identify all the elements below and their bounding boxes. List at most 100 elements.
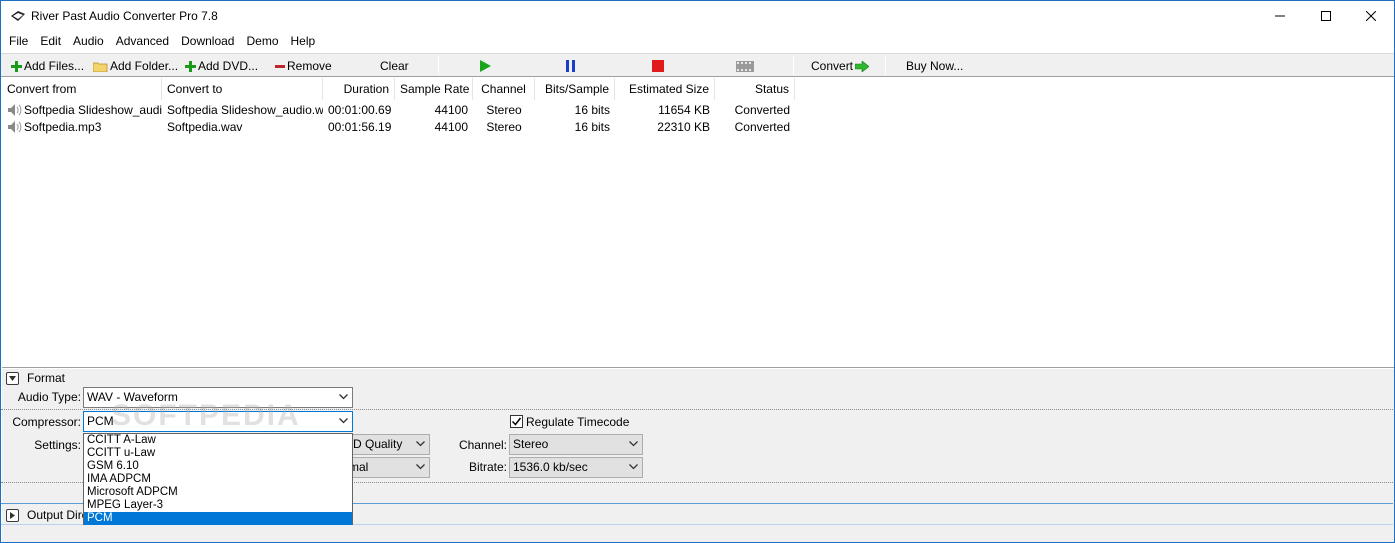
folder-icon xyxy=(93,62,108,72)
chevron-down-icon xyxy=(416,464,425,470)
bitrate-label: Bitrate: xyxy=(468,460,507,474)
column-header-estimated-size[interactable]: Estimated Size xyxy=(615,78,715,100)
minimize-button[interactable] xyxy=(1257,1,1303,31)
cell-status: Converted xyxy=(734,103,790,117)
add-folder-button[interactable]: Add Folder... xyxy=(93,56,178,76)
column-header-convert-from[interactable]: Convert from xyxy=(2,78,162,100)
toolbar-separator xyxy=(885,56,886,75)
regulate-timecode-checkbox[interactable] xyxy=(510,415,523,428)
remove-label: Remove xyxy=(287,59,332,73)
remove-button[interactable]: Remove xyxy=(275,56,332,76)
menu-help[interactable]: Help xyxy=(285,31,322,52)
play-button[interactable] xyxy=(479,56,493,76)
cell-sample-rate: 44100 xyxy=(434,103,468,117)
minus-icon xyxy=(275,65,285,68)
file-list-header: Convert from Convert to Duration Sample … xyxy=(2,78,795,100)
menu-advanced[interactable]: Advanced xyxy=(110,31,175,52)
plus-icon xyxy=(11,60,22,72)
compressor-option[interactable]: MPEG Layer-3 xyxy=(84,499,352,512)
stop-button[interactable] xyxy=(652,56,666,76)
close-icon xyxy=(1366,11,1376,21)
play-icon xyxy=(480,60,491,72)
compressor-option[interactable]: Microsoft ADPCM xyxy=(84,486,352,499)
cell-convert-to: Softpedia Slideshow_audio.w... xyxy=(167,103,323,117)
column-header-bits-sample[interactable]: Bits/Sample xyxy=(535,78,615,100)
expand-button[interactable] xyxy=(6,508,19,522)
channel-label: Channel: xyxy=(458,438,507,452)
column-header-sample-rate[interactable]: Sample Rate xyxy=(395,78,473,100)
cell-sample-rate: 44100 xyxy=(434,120,468,134)
add-files-button[interactable]: Add Files... xyxy=(11,56,84,76)
menu-demo[interactable]: Demo xyxy=(240,31,284,52)
chevron-right-icon xyxy=(10,511,15,519)
channel-value: Stereo xyxy=(513,437,549,451)
compressor-option[interactable]: CCITT A-Law xyxy=(84,434,352,447)
cell-bits-sample: 16 bits xyxy=(574,103,610,117)
compressor-option[interactable]: CCITT u-Law xyxy=(84,447,352,460)
file-list[interactable]: Convert from Convert to Duration Sample … xyxy=(2,78,1394,368)
maximize-button[interactable] xyxy=(1303,1,1349,31)
menu-download[interactable]: Download xyxy=(175,31,240,52)
compressor-label: Compressor: xyxy=(12,415,81,429)
channel-select[interactable]: Stereo xyxy=(509,434,643,455)
pause-icon xyxy=(566,60,575,72)
menu-file[interactable]: File xyxy=(3,31,34,52)
regulate-timecode-label[interactable]: Regulate Timecode xyxy=(526,415,629,429)
output-section-header[interactable]: Output Dire xyxy=(1,506,88,524)
quality-select[interactable]: VD Quality xyxy=(341,434,430,455)
chevron-down-icon xyxy=(416,441,425,447)
convert-button[interactable]: Convert xyxy=(811,56,871,76)
bitrate-value: 1536.0 kb/sec xyxy=(513,460,588,474)
bitrate-select[interactable]: 1536.0 kb/sec xyxy=(509,457,643,478)
cell-convert-from: Softpedia Slideshow_audi... xyxy=(2,102,162,119)
film-icon xyxy=(736,60,754,72)
pause-button[interactable] xyxy=(565,56,579,76)
window-title: River Past Audio Converter Pro 7.8 xyxy=(31,9,218,23)
buy-now-button[interactable]: Buy Now... xyxy=(906,56,963,76)
buy-now-label: Buy Now... xyxy=(906,59,964,73)
chevron-down-icon xyxy=(339,394,348,400)
menu-edit[interactable]: Edit xyxy=(34,31,67,52)
add-dvd-label: Add DVD... xyxy=(198,59,259,73)
collapse-button[interactable] xyxy=(6,371,19,385)
chevron-down-icon xyxy=(339,418,348,424)
cell-estimated-size: 11654 KB xyxy=(658,103,710,117)
cell-channel: Stereo xyxy=(486,120,522,134)
app-window: River Past Audio Converter Pro 7.8 File … xyxy=(0,0,1395,543)
cell-status: Converted xyxy=(734,120,790,134)
quality-value: VD Quality xyxy=(345,437,403,451)
cell-duration: 00:01:00.69 xyxy=(328,103,392,117)
column-header-channel[interactable]: Channel xyxy=(473,78,535,100)
convert-label: Convert xyxy=(811,59,854,73)
mode-select[interactable]: rmal xyxy=(341,457,430,478)
toolbar-separator xyxy=(793,56,794,75)
table-row[interactable]: Softpedia Slideshow_audi... Softpedia Sl… xyxy=(2,102,795,119)
output-section-title: Output Dire xyxy=(27,508,89,522)
format-section-header[interactable]: Format xyxy=(1,369,65,387)
compressor-option-selected[interactable]: PCM xyxy=(84,512,352,525)
menu-audio[interactable]: Audio xyxy=(67,31,110,52)
cell-convert-from: Softpedia.mp3 xyxy=(2,119,162,136)
app-logo-icon xyxy=(11,11,25,21)
title-bar[interactable]: River Past Audio Converter Pro 7.8 xyxy=(1,1,1394,31)
clear-button[interactable]: Clear xyxy=(380,56,409,76)
column-header-status[interactable]: Status xyxy=(715,78,795,100)
table-row[interactable]: Softpedia.mp3 Softpedia.wav 00:01:56.19 … xyxy=(2,119,795,136)
close-button[interactable] xyxy=(1348,1,1394,31)
settings-label: Settings: xyxy=(34,438,81,452)
column-header-convert-to[interactable]: Convert to xyxy=(162,78,323,100)
add-dvd-button[interactable]: Add DVD... xyxy=(185,56,258,76)
cell-estimated-size: 22310 KB xyxy=(657,120,710,134)
maximize-icon xyxy=(1321,11,1331,21)
compressor-option[interactable]: GSM 6.10 xyxy=(84,460,352,473)
compressor-option[interactable]: IMA ADPCM xyxy=(84,473,352,486)
cell-convert-to: Softpedia.wav xyxy=(167,120,243,134)
stop-icon xyxy=(652,60,664,72)
chevron-down-icon xyxy=(629,441,638,447)
film-button[interactable] xyxy=(736,56,756,76)
column-header-duration[interactable]: Duration xyxy=(323,78,395,100)
minimize-icon xyxy=(1275,15,1285,17)
chevron-down-icon xyxy=(629,464,638,470)
compressor-dropdown-list[interactable]: CCITT A-Law CCITT u-Law GSM 6.10 IMA ADP… xyxy=(83,433,353,525)
cell-channel: Stereo xyxy=(486,103,522,117)
